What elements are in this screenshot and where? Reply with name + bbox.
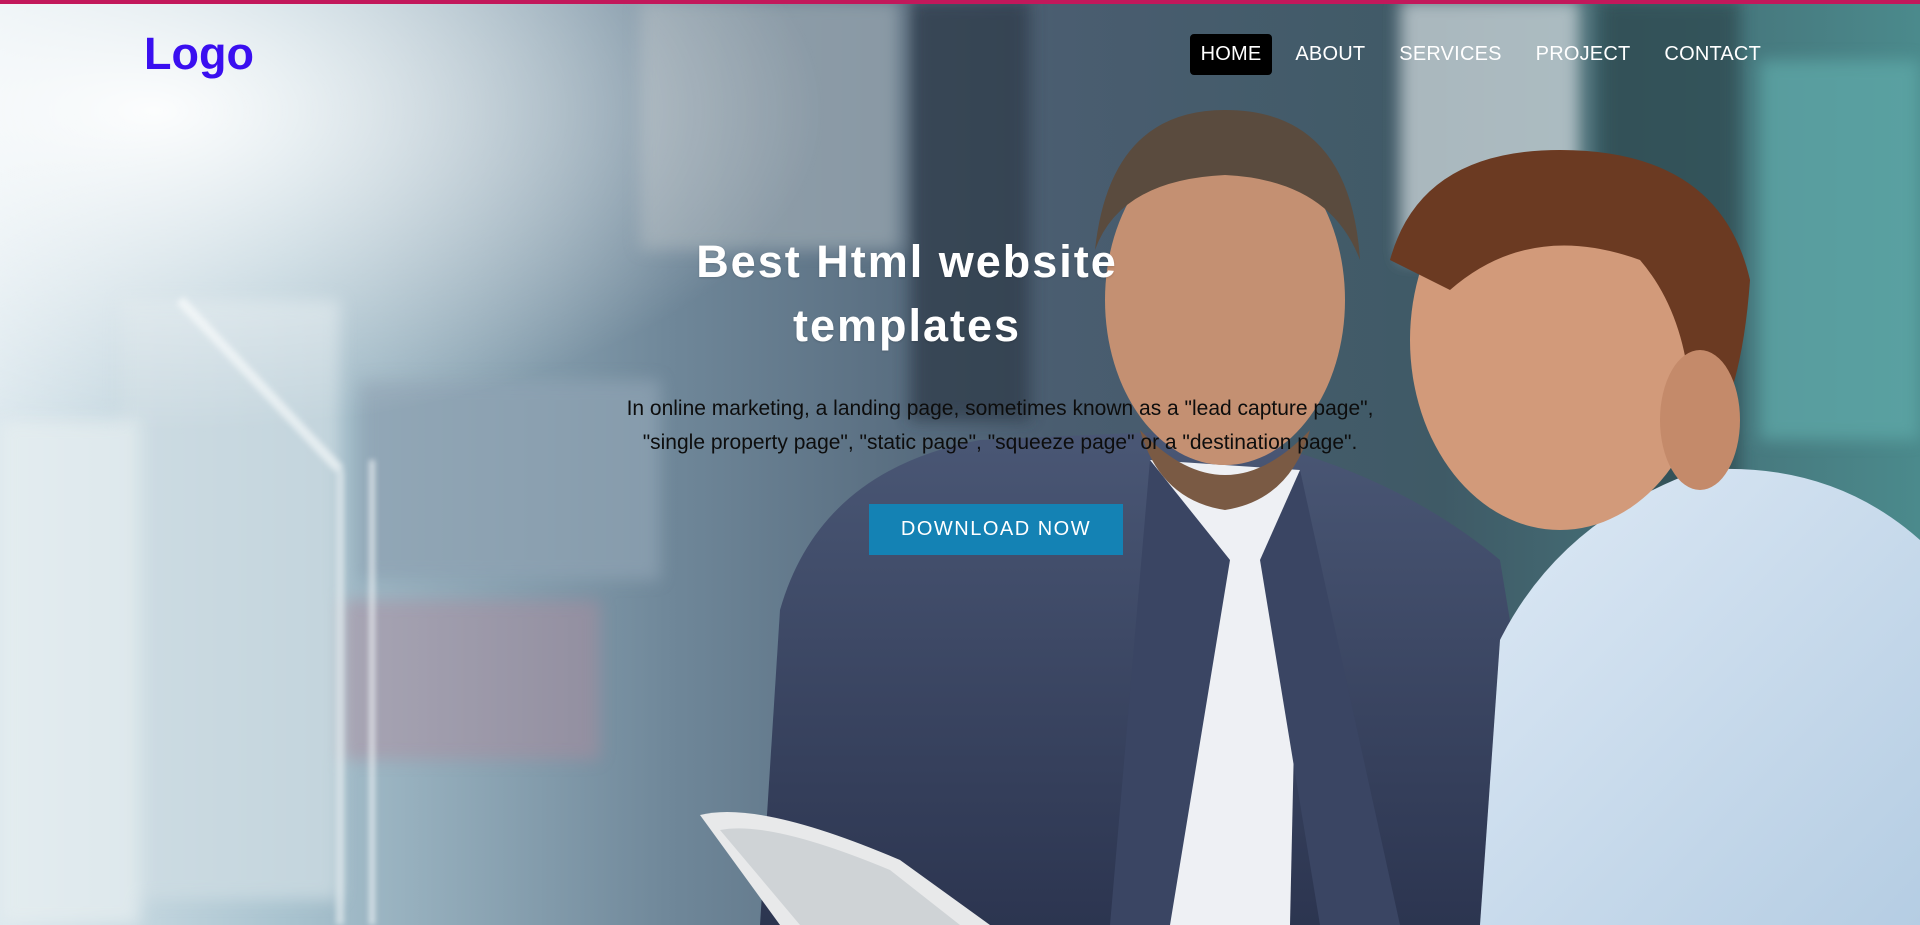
nav-home[interactable]: HOME xyxy=(1189,34,1273,75)
hero-title: Best Html website templates xyxy=(562,230,1252,358)
hero-title-line2: templates xyxy=(792,300,1022,351)
hero-section: Best Html website templates In online ma… xyxy=(520,236,1400,561)
hero-description-line2: "single property page", "static page", "… xyxy=(642,431,1358,454)
download-now-button[interactable]: DOWNLOAD NOW xyxy=(868,504,1124,555)
main-nav: HOME ABOUT SERVICES PROJECT CONTACT xyxy=(1189,34,1772,75)
landing-page: Logo HOME ABOUT SERVICES PROJECT CONTACT… xyxy=(0,0,1920,925)
nav-contact[interactable]: CONTACT xyxy=(1653,34,1772,75)
top-accent-bar xyxy=(0,0,1920,4)
nav-about[interactable]: ABOUT xyxy=(1284,34,1376,75)
hero-description-line1: In online marketing, a landing page, som… xyxy=(626,397,1374,420)
hero-title-line1: Best Html website xyxy=(696,236,1118,287)
nav-project[interactable]: PROJECT xyxy=(1525,34,1642,75)
hero-description: In online marketing, a landing page, som… xyxy=(560,392,1440,460)
logo[interactable]: Logo xyxy=(144,28,254,80)
top-navbar: Logo HOME ABOUT SERVICES PROJECT CONTACT xyxy=(0,4,1920,104)
nav-services[interactable]: SERVICES xyxy=(1388,34,1512,75)
